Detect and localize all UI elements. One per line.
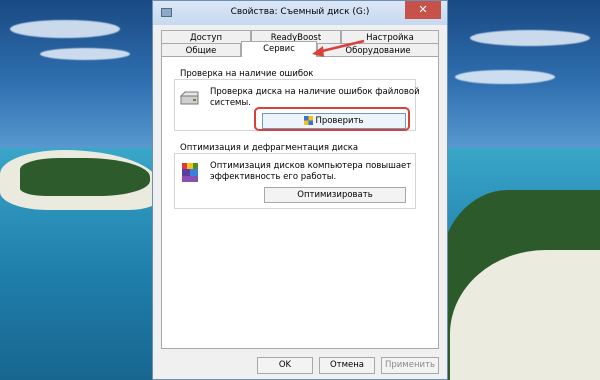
cloud xyxy=(40,48,130,60)
optimize-desc-1: Оптимизация дисков компьютера повышает xyxy=(210,161,412,171)
window-title: Свойства: Съемный диск (G:) xyxy=(230,7,370,17)
tab-general[interactable]: Общие xyxy=(161,43,241,57)
defrag-icon xyxy=(182,163,198,182)
tools-panel: Проверка на наличие ошибок Проверка диск… xyxy=(161,56,439,349)
optimize-button[interactable]: Оптимизировать xyxy=(264,187,406,203)
optimize-desc-2: эффективность его работы. xyxy=(210,172,337,182)
close-button[interactable]: ✕ xyxy=(405,1,441,19)
cloud xyxy=(455,70,555,84)
annotation-arrow xyxy=(312,39,365,57)
check-button-highlight xyxy=(254,107,410,131)
ok-button[interactable]: OK xyxy=(257,357,313,374)
tab-tools[interactable]: Сервис xyxy=(241,41,317,57)
title-bar[interactable]: Свойства: Съемный диск (G:) ✕ xyxy=(153,1,447,25)
error-check-desc-2: системы. xyxy=(210,98,251,108)
apply-button[interactable]: Применить xyxy=(381,357,439,374)
drive-icon xyxy=(180,91,199,105)
error-check-title: Проверка на наличие ошибок xyxy=(180,69,314,79)
error-check-desc-1: Проверка диска на наличие ошибок файлово… xyxy=(210,87,420,97)
optimize-title: Оптимизация и дефрагментация диска xyxy=(180,143,359,153)
properties-dialog: Свойства: Съемный диск (G:) ✕ Доступ Rea… xyxy=(152,0,448,380)
cloud xyxy=(10,20,120,38)
cancel-button[interactable]: Отмена xyxy=(319,357,375,374)
cloud xyxy=(470,30,590,46)
left-island-palms xyxy=(20,158,150,196)
tab-access[interactable]: Доступ xyxy=(161,30,251,44)
